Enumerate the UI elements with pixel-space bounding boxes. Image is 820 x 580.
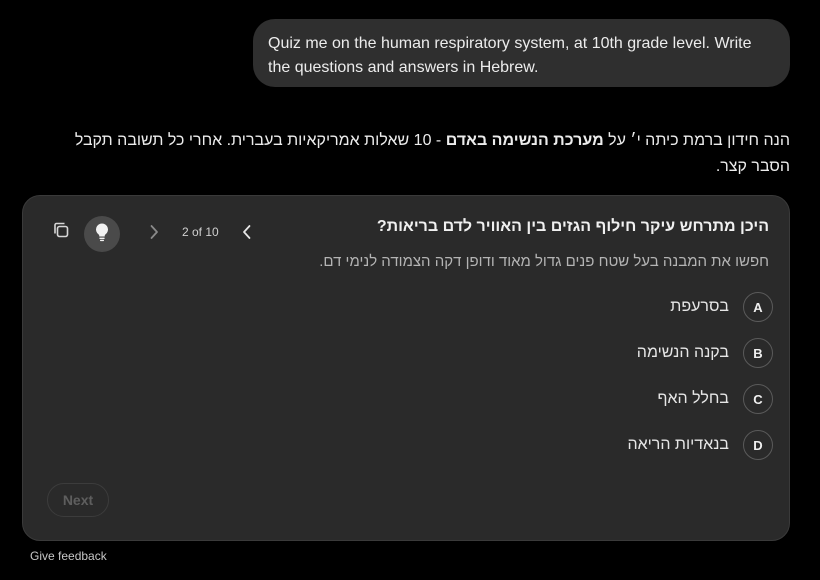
previous-question-button[interactable] <box>238 223 256 245</box>
hint-button[interactable] <box>84 216 120 252</box>
option-text: בקנה הנשימה <box>636 344 729 361</box>
lightbulb-icon <box>93 222 111 247</box>
chat-page: Quiz me on the human respiratory system,… <box>0 0 820 580</box>
option-d[interactable]: D בנאדיות הריאה <box>627 427 773 463</box>
option-a[interactable]: A בסרעפת <box>670 289 773 325</box>
intro-text-start: הנה חידון ברמת כיתה י׳ על <box>603 132 790 149</box>
next-button[interactable]: Next <box>47 483 109 517</box>
next-question-button[interactable] <box>145 223 163 245</box>
question-counter: 2 of 10 <box>182 225 219 239</box>
option-text: בסרעפת <box>670 298 729 315</box>
hint-text: חפשו את המבנה בעל שטח פנים גדול מאוד ודו… <box>319 253 769 270</box>
option-b[interactable]: B בקנה הנשימה <box>637 335 773 371</box>
quiz-card: 2 of 10 היכן מתרחש עיקר חילוף הגזים בין … <box>22 195 790 541</box>
chevron-right-icon <box>149 224 159 245</box>
option-letter: A <box>743 292 773 322</box>
question-text: היכן מתרחש עיקר חילוף הגזים בין האוויר ל… <box>376 218 769 235</box>
user-message-bubble: Quiz me on the human respiratory system,… <box>253 19 790 87</box>
option-text: בנאדיות הריאה <box>627 436 729 453</box>
assistant-intro-text: הנה חידון ברמת כיתה י׳ על מערכת הנשימה ב… <box>40 128 790 180</box>
copy-icon <box>52 221 70 244</box>
copy-button[interactable] <box>49 220 73 244</box>
option-letter: B <box>743 338 773 368</box>
option-text: בחלל האף <box>657 390 730 407</box>
option-c[interactable]: C בחלל האף <box>657 381 773 417</box>
user-message-text: Quiz me on the human respiratory system,… <box>268 35 752 76</box>
option-letter: D <box>743 430 773 460</box>
chevron-left-icon <box>242 224 252 245</box>
give-feedback-link[interactable]: Give feedback <box>30 549 107 563</box>
intro-text-bold: מערכת הנשימה באדם <box>445 132 604 149</box>
option-letter: C <box>743 384 773 414</box>
